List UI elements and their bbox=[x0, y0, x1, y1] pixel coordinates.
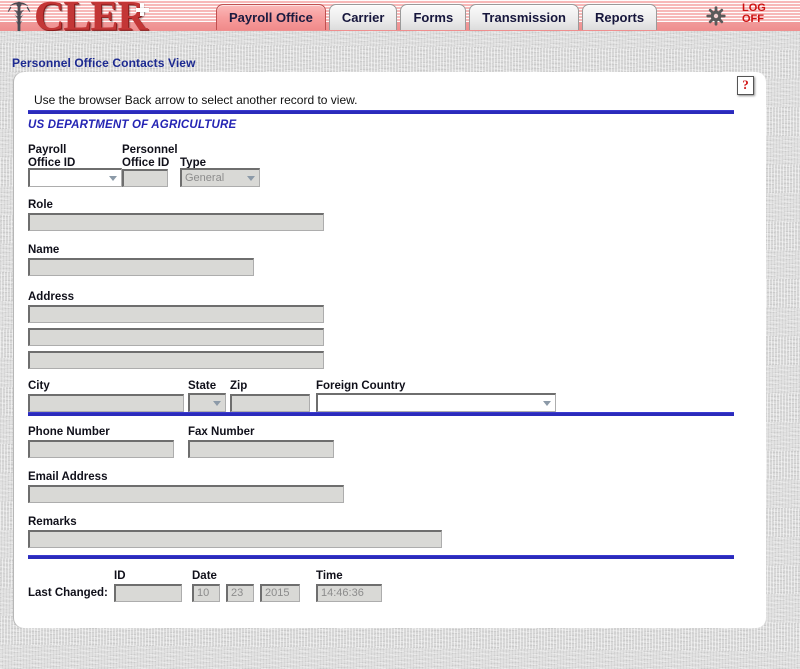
fax-number-input bbox=[188, 440, 334, 458]
fax-number-label: Fax Number bbox=[188, 426, 255, 438]
personnel-office-id-label-line1: Personnel bbox=[122, 144, 178, 156]
main-tabs: Payroll Office Carrier Forms Transmissio… bbox=[216, 2, 660, 30]
type-value: General bbox=[185, 172, 225, 184]
logoff-button[interactable]: LOG OFF bbox=[742, 3, 766, 25]
tab-label: Payroll Office bbox=[229, 10, 313, 25]
phone-number-label: Phone Number bbox=[28, 426, 110, 438]
tab-label: Reports bbox=[595, 10, 645, 25]
divider-top bbox=[28, 110, 734, 114]
email-address-label: Email Address bbox=[28, 471, 108, 483]
role-input bbox=[28, 213, 324, 231]
cross-icon bbox=[135, 3, 149, 16]
personnel-office-id-label: Personnel Office ID bbox=[122, 144, 178, 170]
tab-label: Forms bbox=[413, 10, 454, 25]
page-background: CLER Payroll Office Carrier Forms Transm… bbox=[0, 0, 800, 669]
last-changed-date-label: Date bbox=[192, 570, 217, 582]
tab-forms[interactable]: Forms bbox=[400, 4, 467, 30]
tab-transmission[interactable]: Transmission bbox=[469, 4, 579, 30]
logoff-line2: OFF bbox=[742, 13, 764, 25]
last-changed-id-input bbox=[114, 584, 182, 602]
name-input bbox=[28, 258, 254, 276]
chevron-down-icon bbox=[213, 401, 221, 406]
tab-payroll-office[interactable]: Payroll Office bbox=[216, 4, 326, 30]
city-input bbox=[28, 394, 184, 412]
last-changed-date-year-input: 2015 bbox=[260, 584, 300, 602]
remarks-input bbox=[28, 530, 442, 548]
last-changed-time-label: Time bbox=[316, 570, 343, 582]
page-title: Personnel Office Contacts View bbox=[12, 56, 196, 70]
caduceus-icon bbox=[7, 1, 31, 31]
foreign-country-label: Foreign Country bbox=[316, 380, 406, 392]
address-line2-input bbox=[28, 328, 324, 346]
tab-reports[interactable]: Reports bbox=[582, 4, 658, 30]
zip-input bbox=[230, 394, 310, 412]
content-panel: ? Use the browser Back arrow to select a… bbox=[14, 72, 766, 628]
last-changed-label: Last Changed: bbox=[28, 587, 108, 599]
email-address-input bbox=[28, 485, 344, 503]
address-line1-input bbox=[28, 305, 324, 323]
organization-name: US DEPARTMENT OF AGRICULTURE bbox=[28, 119, 237, 131]
last-changed-time-input: 14:46:36 bbox=[316, 584, 382, 602]
remarks-label: Remarks bbox=[28, 516, 77, 528]
help-icon[interactable]: ? bbox=[737, 76, 754, 95]
logo-text: CLER bbox=[34, 0, 148, 31]
payroll-office-id-select[interactable] bbox=[28, 168, 122, 187]
tab-label: Carrier bbox=[341, 10, 385, 25]
state-select[interactable] bbox=[188, 393, 226, 412]
city-label: City bbox=[28, 380, 50, 392]
chevron-down-icon bbox=[247, 176, 255, 181]
chevron-down-icon bbox=[109, 176, 117, 181]
instruction-text: Use the browser Back arrow to select ano… bbox=[34, 93, 358, 107]
top-banner: CLER Payroll Office Carrier Forms Transm… bbox=[0, 0, 800, 31]
last-changed-id-label: ID bbox=[114, 570, 126, 582]
chevron-down-icon bbox=[543, 401, 551, 406]
divider-middle bbox=[28, 412, 734, 416]
tab-carrier[interactable]: Carrier bbox=[328, 4, 398, 30]
payroll-office-id-label-line1: Payroll bbox=[28, 144, 67, 156]
gear-icon[interactable] bbox=[706, 6, 726, 26]
last-changed-date-month-input: 10 bbox=[192, 584, 220, 602]
role-label: Role bbox=[28, 199, 53, 211]
cler-logo: CLER bbox=[6, 0, 149, 31]
name-label: Name bbox=[28, 244, 60, 256]
last-changed-date-day-input: 23 bbox=[226, 584, 254, 602]
address-label: Address bbox=[28, 291, 75, 303]
address-line3-input bbox=[28, 351, 324, 369]
zip-label: Zip bbox=[230, 380, 248, 392]
state-label: State bbox=[188, 380, 217, 392]
foreign-country-select[interactable] bbox=[316, 393, 556, 412]
personnel-office-id-input bbox=[122, 169, 168, 187]
divider-bottom bbox=[28, 555, 734, 559]
type-select: General bbox=[180, 168, 260, 187]
payroll-office-id-label: Payroll Office ID bbox=[28, 144, 75, 170]
phone-number-input bbox=[28, 440, 174, 458]
tab-label: Transmission bbox=[482, 10, 566, 25]
